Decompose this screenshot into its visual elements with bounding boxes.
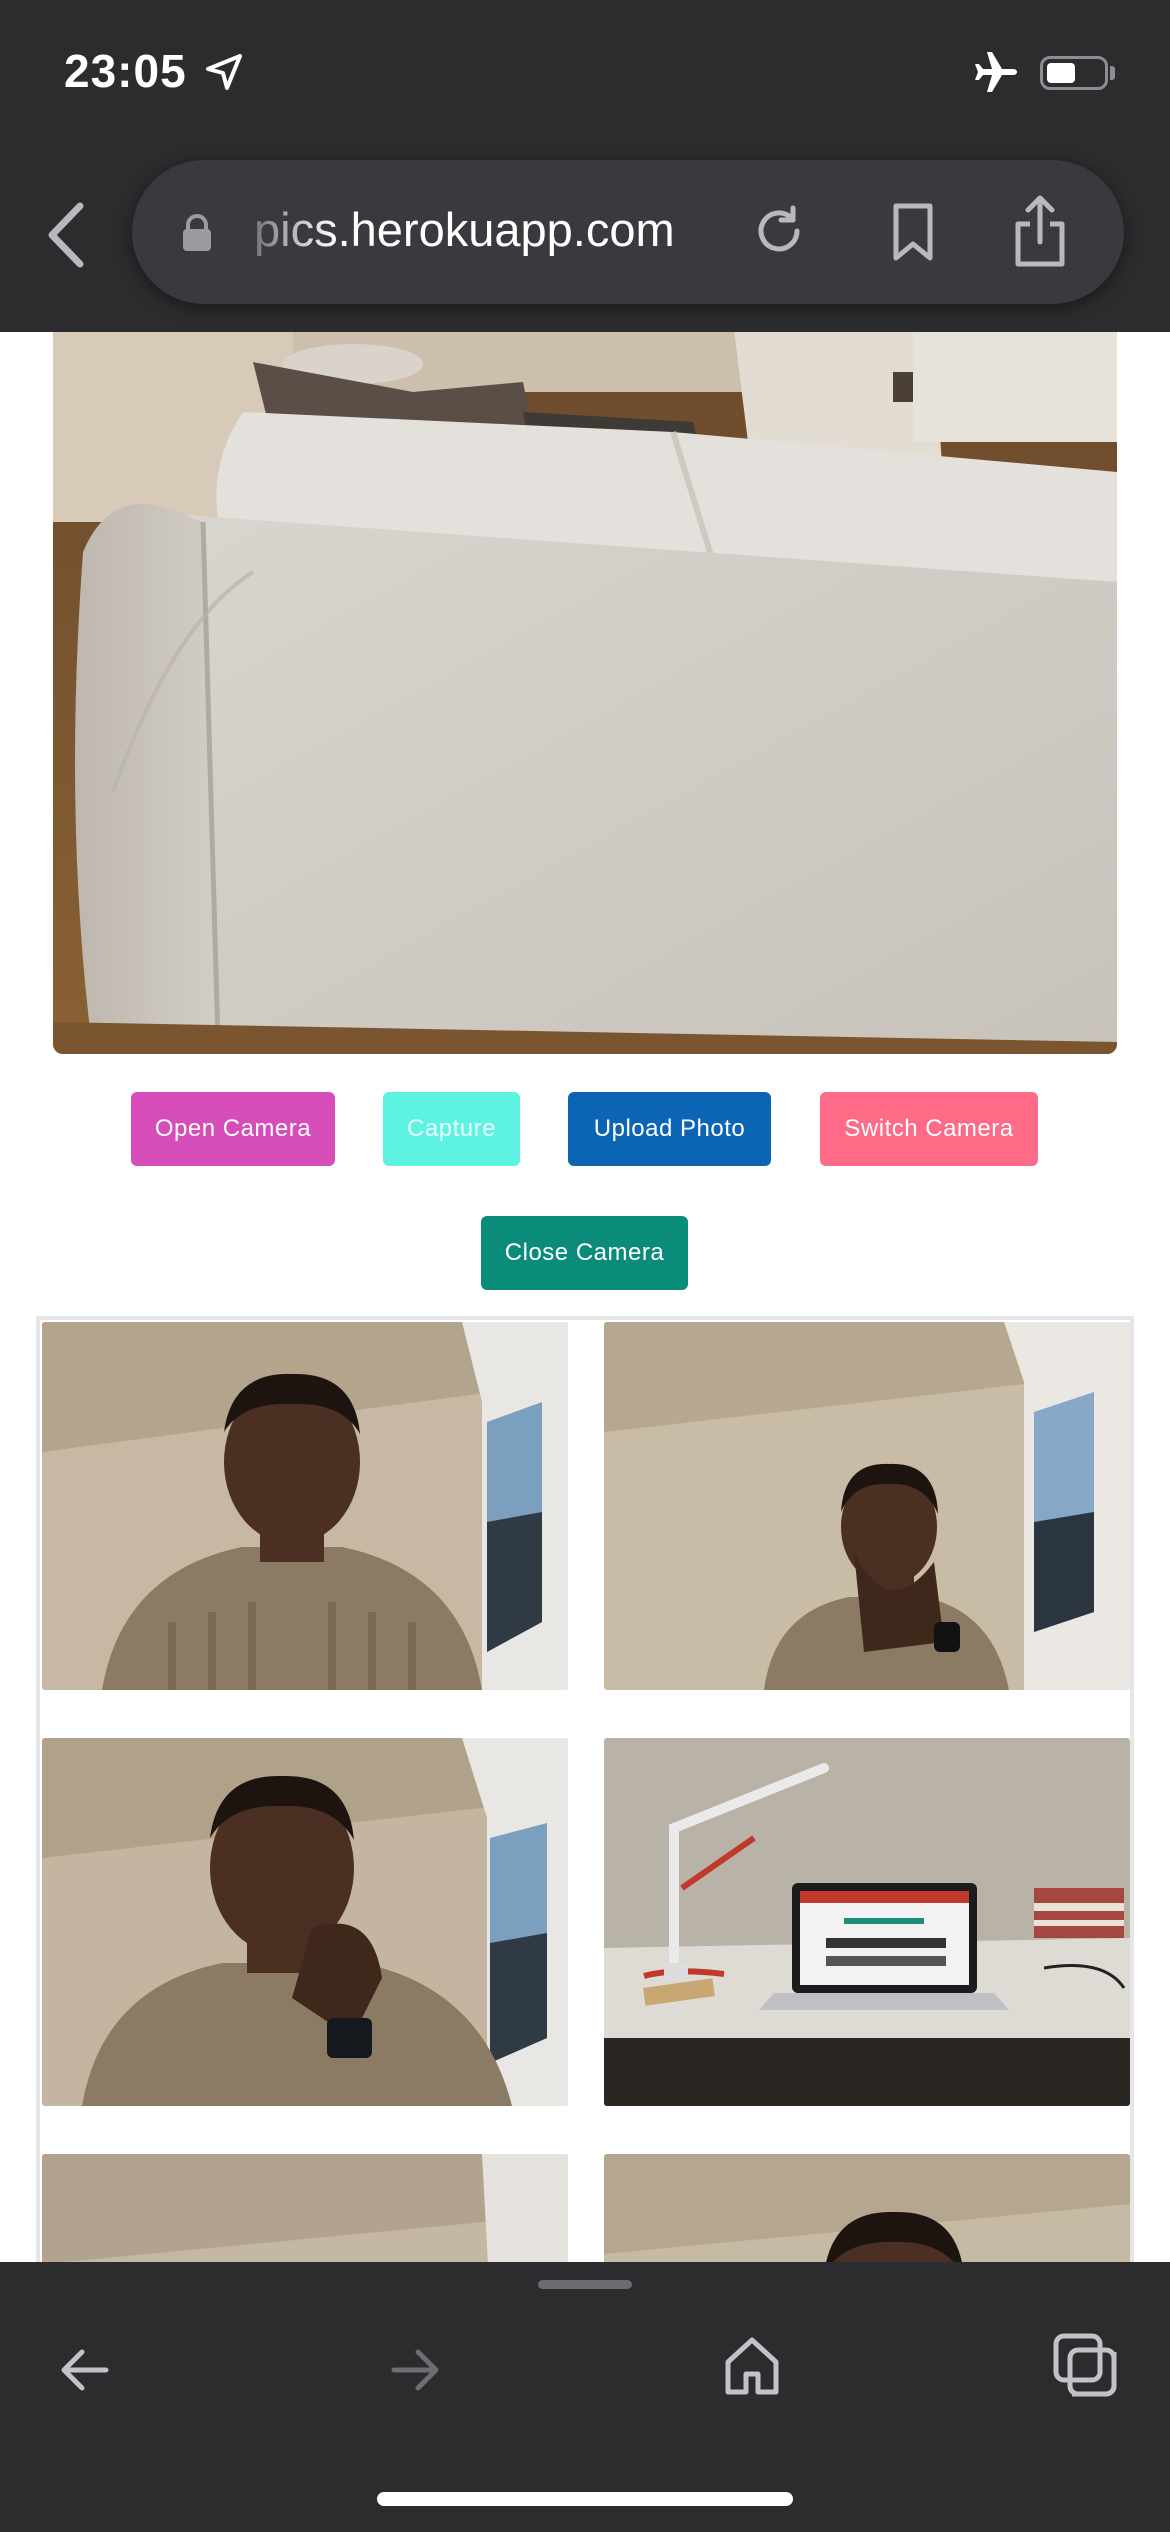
battery-level [1047,63,1075,83]
reload-icon[interactable] [750,202,808,260]
battery-icon [1040,56,1108,90]
gallery-photo[interactable] [604,1322,1130,1690]
photo-gallery [36,1316,1134,2262]
camera-frame-image [53,332,1117,1054]
share-icon[interactable] [1012,194,1068,270]
status-time: 23:05 [64,45,187,97]
home-indicator [377,2492,793,2506]
gallery-photo[interactable] [42,1738,568,2106]
bookmark-icon[interactable] [888,202,938,262]
url-text[interactable]: pics.herokuapp.com [254,202,814,257]
back-chevron-icon[interactable] [44,200,88,270]
browser-toolbar: pics.herokuapp.com [0,150,1170,332]
battery-cap [1110,66,1115,80]
close-camera-button[interactable]: Close Camera [481,1216,688,1290]
upload-photo-button[interactable]: Upload Photo [568,1092,771,1166]
gallery-photo[interactable] [42,1322,568,1690]
home-icon[interactable] [722,2334,782,2398]
gallery-photo[interactable] [604,2154,1130,2262]
open-camera-button[interactable]: Open Camera [131,1092,335,1166]
gallery-photo[interactable] [604,1738,1130,2106]
camera-preview [53,332,1117,1054]
location-arrow-icon [206,54,242,90]
tabs-icon[interactable] [1052,2332,1118,2398]
airplane-icon [975,52,1017,92]
lock-icon [183,214,211,251]
nav-back-icon[interactable] [56,2342,112,2398]
status-bar: 23:05 [0,0,1170,150]
web-page: Open Camera Capture Upload Photo Switch … [0,332,1170,2262]
switch-camera-button[interactable]: Switch Camera [820,1092,1038,1166]
gallery-photo[interactable] [42,2154,568,2262]
address-bar[interactable]: pics.herokuapp.com [132,160,1124,304]
nav-forward-icon[interactable] [388,2342,444,2398]
toolbar-grabber[interactable] [538,2280,632,2289]
capture-button[interactable]: Capture [383,1092,520,1166]
browser-bottom-toolbar [0,2262,1170,2532]
